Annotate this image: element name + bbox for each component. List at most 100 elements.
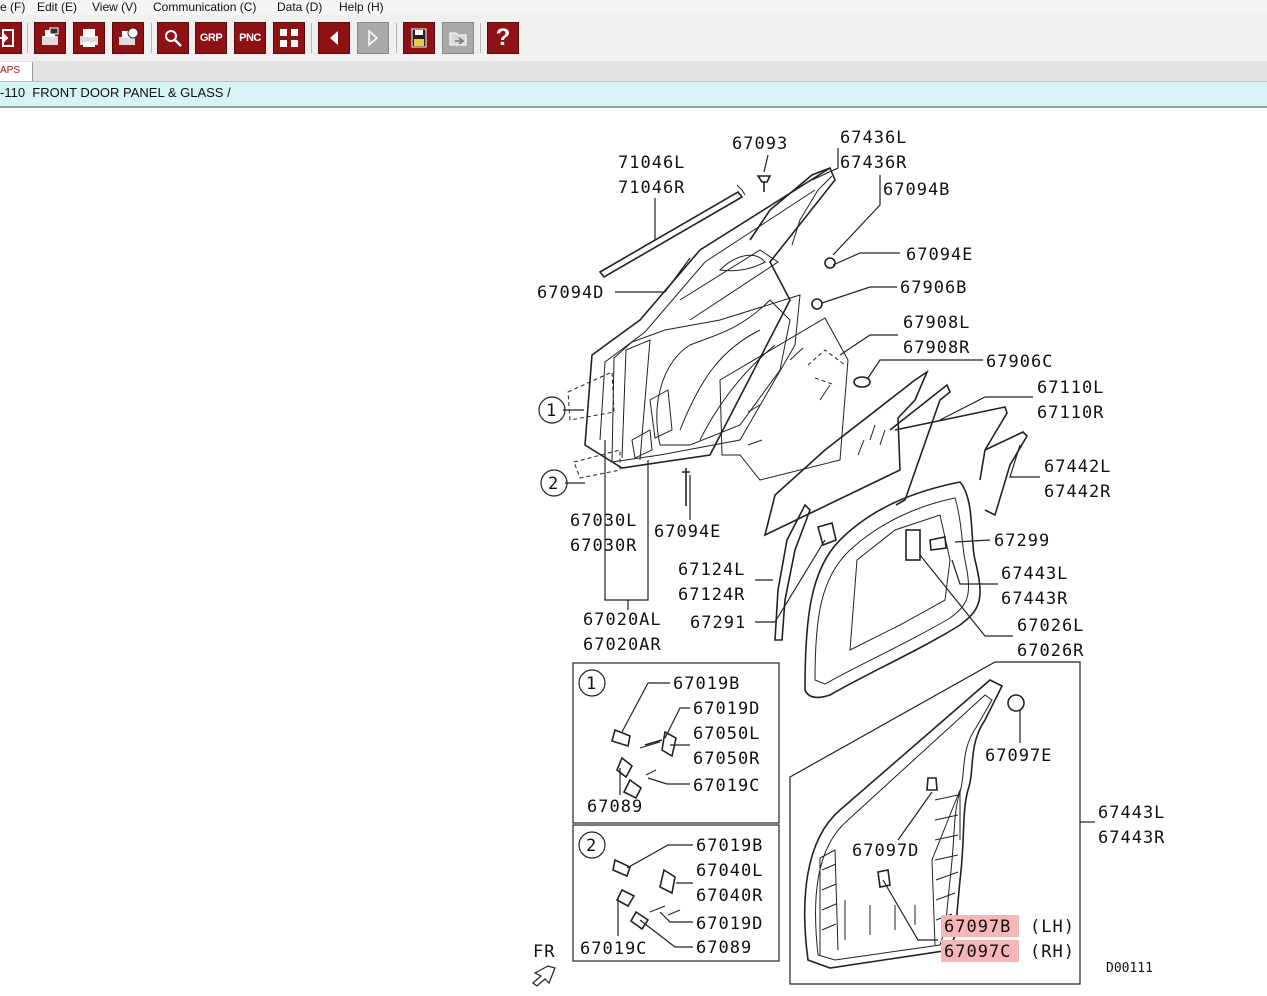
menu-help[interactable]: Help (H) <box>339 0 384 14</box>
diagram-code: D00111 <box>1106 961 1153 976</box>
part-label[interactable]: 67040L <box>696 861 763 881</box>
callout-2-label: 2 <box>548 474 559 494</box>
part-label[interactable]: 67020AR <box>583 635 662 655</box>
toolbar-separator <box>151 23 152 53</box>
menu-edit[interactable]: Edit (E) <box>37 0 77 14</box>
save-button[interactable] <box>403 22 435 54</box>
tab-aps[interactable]: APS <box>0 62 33 81</box>
part-label[interactable]: 67093 <box>732 134 788 154</box>
exit-icon <box>0 29 14 47</box>
hinge-hardware-1 <box>611 728 677 800</box>
part-label[interactable]: 67908R <box>903 338 970 358</box>
callout-1-label: 1 <box>546 401 557 421</box>
part-label[interactable]: 67124L <box>678 560 745 580</box>
part-label[interactable]: 67019D <box>696 914 763 934</box>
part-label[interactable]: 67110R <box>1037 403 1104 423</box>
part-label[interactable]: 67908L <box>903 313 970 333</box>
toolbar-separator <box>480 23 481 53</box>
inset-2-number: 2 <box>586 836 597 856</box>
search-button[interactable] <box>157 22 189 54</box>
part-label-selected[interactable]: 67097B <box>944 917 1011 937</box>
print-preview-button[interactable] <box>34 22 66 54</box>
menu-view[interactable]: View (V) <box>92 0 137 14</box>
side-label-lh: (LH) <box>1030 917 1075 937</box>
front-direction-label: FR <box>533 942 555 962</box>
breadcrumb: -110 FRONT DOOR PANEL & GLASS / <box>0 82 1267 108</box>
arrow-right-icon <box>368 29 379 47</box>
forward-button[interactable] <box>357 22 389 54</box>
part-label[interactable]: 67050R <box>693 749 760 769</box>
weatherstrip-outer <box>598 190 744 279</box>
part-label[interactable]: 67906C <box>986 352 1053 372</box>
toolbar: GRP PNC ? <box>0 15 1267 62</box>
part-label[interactable]: 67094B <box>883 180 950 200</box>
part-label[interactable]: 67030L <box>570 511 637 531</box>
part-label[interactable]: 67089 <box>587 797 643 817</box>
part-label[interactable]: 67019D <box>693 699 760 719</box>
part-label[interactable]: 67291 <box>690 613 746 633</box>
part-label[interactable]: 71046L <box>618 153 685 173</box>
part-label[interactable]: 67094E <box>906 245 973 265</box>
part-label[interactable]: 67019C <box>693 776 760 796</box>
part-label[interactable]: 67443R <box>1001 589 1068 609</box>
part-label[interactable]: 67019C <box>580 939 647 959</box>
grid-icon <box>280 29 298 47</box>
door-sash <box>749 167 831 241</box>
part-label[interactable]: 71046R <box>618 178 685 198</box>
part-label[interactable]: 67019B <box>673 674 740 694</box>
part-label[interactable]: 67443R <box>1098 828 1165 848</box>
floppy-disk-icon <box>411 28 427 48</box>
menu-file[interactable]: e (F) <box>0 0 25 14</box>
part-label[interactable]: 67906B <box>900 278 967 298</box>
part-label[interactable]: 67097D <box>852 841 919 861</box>
print-settings-icon <box>119 27 139 45</box>
part-label[interactable]: 67436R <box>840 153 907 173</box>
menu-data[interactable]: Data (D) <box>277 0 322 14</box>
part-label[interactable]: 67124R <box>678 585 745 605</box>
part-label[interactable]: 67040R <box>696 886 763 906</box>
menu-bar: e (F) Edit (E) View (V) Communication (C… <box>0 0 1267 15</box>
print-settings-button[interactable] <box>112 22 144 54</box>
part-label[interactable]: 67020AL <box>583 610 662 630</box>
grp-button[interactable]: GRP <box>195 22 227 54</box>
part-label[interactable]: 67094D <box>537 283 604 303</box>
part-label-selected[interactable]: 67097C <box>944 942 1011 962</box>
part-label[interactable]: 67026L <box>1017 616 1084 636</box>
part-label[interactable]: 67299 <box>994 531 1050 551</box>
tab-strip: APS <box>0 61 1267 82</box>
back-button[interactable] <box>318 22 350 54</box>
part-label[interactable]: 67089 <box>696 938 752 958</box>
parts-diagram: 1 2 1 2 71046L 71046R 67093 67436L 67436… <box>532 128 1165 987</box>
part-label[interactable]: 67443L <box>1098 803 1165 823</box>
part-label[interactable]: 67030R <box>570 536 637 556</box>
grid-view-button[interactable] <box>273 22 305 54</box>
arrow-left-icon <box>330 31 338 45</box>
clip-67094E-lower <box>682 468 690 506</box>
print-button[interactable] <box>73 22 105 54</box>
door-opening-seal <box>804 481 981 699</box>
exit-button[interactable] <box>0 22 22 54</box>
glass-run <box>894 406 1008 481</box>
open-button[interactable] <box>442 22 474 54</box>
inset-1-number: 1 <box>586 674 597 694</box>
hinge-hardware-2 <box>612 858 681 931</box>
help-button[interactable]: ? <box>487 22 519 54</box>
toolbar-separator <box>27 23 28 53</box>
part-label[interactable]: 67050L <box>693 724 760 744</box>
part-label[interactable]: 67094E <box>654 522 721 542</box>
part-label[interactable]: 67442L <box>1044 457 1111 477</box>
part-label[interactable]: 67442R <box>1044 482 1111 502</box>
part-label[interactable]: 67436L <box>840 128 907 148</box>
clip-67094E <box>824 257 836 269</box>
side-label-rh: (RH) <box>1030 942 1075 962</box>
part-label[interactable]: 67443L <box>1001 564 1068 584</box>
folder-open-icon <box>449 32 467 46</box>
part-label[interactable]: 67019B <box>696 836 763 856</box>
menu-communication[interactable]: Communication (C) <box>153 0 256 14</box>
part-label[interactable]: 67026R <box>1017 641 1084 661</box>
magnifier-icon <box>165 30 182 47</box>
part-label[interactable]: 67110L <box>1037 378 1104 398</box>
door-panel-illustration <box>584 166 849 481</box>
pnc-button[interactable]: PNC <box>234 22 266 54</box>
part-label[interactable]: 67097E <box>985 746 1052 766</box>
